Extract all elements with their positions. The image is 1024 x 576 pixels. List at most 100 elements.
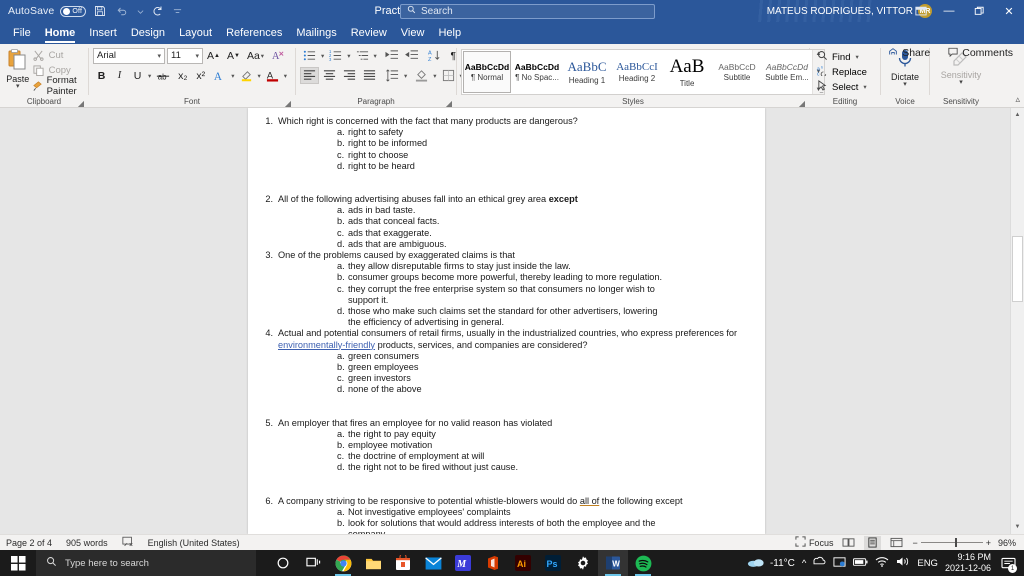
restore-button[interactable] xyxy=(964,0,994,22)
microsoft-store-icon[interactable] xyxy=(388,550,418,576)
paragraph-dialog-launcher-icon[interactable]: ◢ xyxy=(446,99,452,108)
change-case-icon[interactable]: Aa ▾ xyxy=(244,47,268,64)
bold-button[interactable]: B xyxy=(93,67,110,84)
tab-layout[interactable]: Layout xyxy=(172,22,219,44)
task-view-icon[interactable] xyxy=(298,550,328,576)
scroll-up-icon[interactable]: ▲ xyxy=(1011,108,1024,122)
mail-icon[interactable] xyxy=(418,550,448,576)
comments-button[interactable]: Comments xyxy=(941,45,1020,61)
styles-dialog-launcher-icon[interactable]: ◢ xyxy=(799,99,805,108)
vertical-scrollbar[interactable]: ▲ ▼ xyxy=(1010,108,1024,534)
paste-button[interactable]: Paste ▾ xyxy=(4,47,32,90)
text-effects-dropdown-icon[interactable]: ▾ xyxy=(230,72,235,80)
web-layout-icon[interactable] xyxy=(888,536,905,550)
zoom-out-button[interactable]: − xyxy=(912,538,917,548)
text-highlight-icon[interactable] xyxy=(237,67,256,84)
select-dropdown-icon[interactable]: ▾ xyxy=(862,83,867,91)
scroll-down-icon[interactable]: ▼ xyxy=(1011,520,1024,534)
style-normal[interactable]: AaBbCcDd ¶ Normal xyxy=(463,51,511,93)
highlight-dropdown-icon[interactable]: ▾ xyxy=(257,72,262,80)
ribbon-display-options-icon[interactable] xyxy=(908,0,934,22)
settings-icon[interactable] xyxy=(568,550,598,576)
numbering-icon[interactable]: 123 xyxy=(326,47,345,64)
align-right-icon[interactable] xyxy=(340,67,359,84)
weather-widget[interactable]: -11°C xyxy=(747,556,795,571)
strikethrough-icon[interactable]: ab xyxy=(153,67,173,84)
notifications-icon[interactable]: 1 xyxy=(998,550,1018,576)
dictate-dropdown-icon[interactable]: ▾ xyxy=(903,81,907,88)
language-indicator[interactable]: English (United States) xyxy=(148,538,240,548)
focus-button[interactable]: Focus xyxy=(795,536,833,549)
decrease-indent-icon[interactable] xyxy=(382,47,401,64)
question-text-link[interactable]: environmentally-friendly xyxy=(278,340,375,350)
font-size-combo[interactable]: 11 ▾ xyxy=(167,47,203,64)
font-dialog-launcher-icon[interactable]: ◢ xyxy=(285,99,291,108)
style-no-spacing[interactable]: AaBbCcDd ¶ No Spac... xyxy=(513,51,561,93)
borders-icon[interactable] xyxy=(439,67,458,84)
font-color-dropdown-icon[interactable]: ▾ xyxy=(283,72,288,80)
cut-button[interactable]: Cut xyxy=(32,49,84,62)
italic-button[interactable]: I xyxy=(111,67,128,84)
find-button[interactable]: Find ▾ xyxy=(814,50,871,64)
increase-indent-icon[interactable] xyxy=(402,47,421,64)
illustrator-icon[interactable]: Ai xyxy=(508,550,538,576)
word-icon[interactable]: W xyxy=(598,550,628,576)
style-title[interactable]: AaB Title xyxy=(663,51,711,93)
numbering-dropdown-icon[interactable]: ▾ xyxy=(346,52,351,60)
tab-insert[interactable]: Insert xyxy=(82,22,124,44)
font-family-combo[interactable]: Arial ▾ xyxy=(93,47,165,64)
read-mode-icon[interactable] xyxy=(840,536,857,550)
line-spacing-icon[interactable] xyxy=(383,67,402,84)
justify-icon[interactable] xyxy=(360,67,379,84)
collapse-ribbon-icon[interactable]: ▵ xyxy=(1015,94,1020,105)
save-icon[interactable] xyxy=(92,3,108,19)
replace-button[interactable]: abc Replace xyxy=(814,65,871,79)
word-count[interactable]: 905 words xyxy=(66,538,108,548)
shading-dropdown-icon[interactable]: ▾ xyxy=(432,72,437,80)
share-button[interactable]: Share xyxy=(881,45,937,61)
subscript-button[interactable]: x₂ xyxy=(174,67,191,84)
sort-icon[interactable]: AZ xyxy=(425,47,444,64)
style-subtle-emphasis[interactable]: AaBbCcDd Subtle Em... xyxy=(763,51,811,93)
print-layout-icon[interactable] xyxy=(864,535,882,550)
grow-font-icon[interactable]: A ▲ xyxy=(204,47,223,64)
text-effects-icon[interactable]: A xyxy=(210,67,229,84)
onedrive-icon[interactable] xyxy=(813,556,826,570)
chrome-icon[interactable] xyxy=(328,550,358,576)
undo-icon[interactable] xyxy=(114,3,130,19)
action-center-sync-icon[interactable] xyxy=(833,556,846,571)
spotify-icon[interactable] xyxy=(628,550,658,576)
align-left-icon[interactable] xyxy=(300,67,319,84)
tab-review[interactable]: Review xyxy=(344,22,394,44)
zoom-level[interactable]: 96% xyxy=(998,538,1016,548)
tab-home[interactable]: Home xyxy=(38,22,83,44)
search-input[interactable]: Search xyxy=(400,3,655,19)
shading-icon[interactable] xyxy=(412,67,431,84)
file-explorer-icon[interactable] xyxy=(358,550,388,576)
style-subtitle[interactable]: AaBbCcD Subtitle xyxy=(713,51,761,93)
select-button[interactable]: Select ▾ xyxy=(814,80,871,94)
superscript-button[interactable]: x² xyxy=(192,67,209,84)
style-heading-1[interactable]: AaBbC Heading 1 xyxy=(563,51,611,93)
clipboard-dialog-launcher-icon[interactable]: ◢ xyxy=(78,99,84,108)
clear-formatting-icon[interactable]: A xyxy=(269,47,288,64)
underline-button[interactable]: U xyxy=(129,67,146,84)
tab-mailings[interactable]: Mailings xyxy=(289,22,343,44)
multilevel-dropdown-icon[interactable]: ▾ xyxy=(373,52,378,60)
scrollbar-thumb[interactable] xyxy=(1012,236,1023,302)
wifi-icon[interactable] xyxy=(875,556,889,570)
office-icon[interactable] xyxy=(478,550,508,576)
close-button[interactable]: ✕ xyxy=(994,0,1024,22)
tab-design[interactable]: Design xyxy=(124,22,172,44)
volume-icon[interactable] xyxy=(896,556,910,570)
shrink-font-icon[interactable]: A ▼ xyxy=(224,47,243,64)
font-color-icon[interactable]: A xyxy=(263,67,282,84)
page-indicator[interactable]: Page 2 of 4 xyxy=(6,538,52,548)
clock[interactable]: 9:16 PM 2021-12-06 xyxy=(945,552,991,574)
tab-references[interactable]: References xyxy=(219,22,289,44)
taskbar-search-input[interactable]: Type here to search xyxy=(36,550,256,576)
align-center-icon[interactable] xyxy=(320,67,339,84)
input-language[interactable]: ENG xyxy=(917,558,938,569)
minimize-button[interactable]: — xyxy=(934,0,964,22)
zoom-track[interactable] xyxy=(920,538,983,547)
